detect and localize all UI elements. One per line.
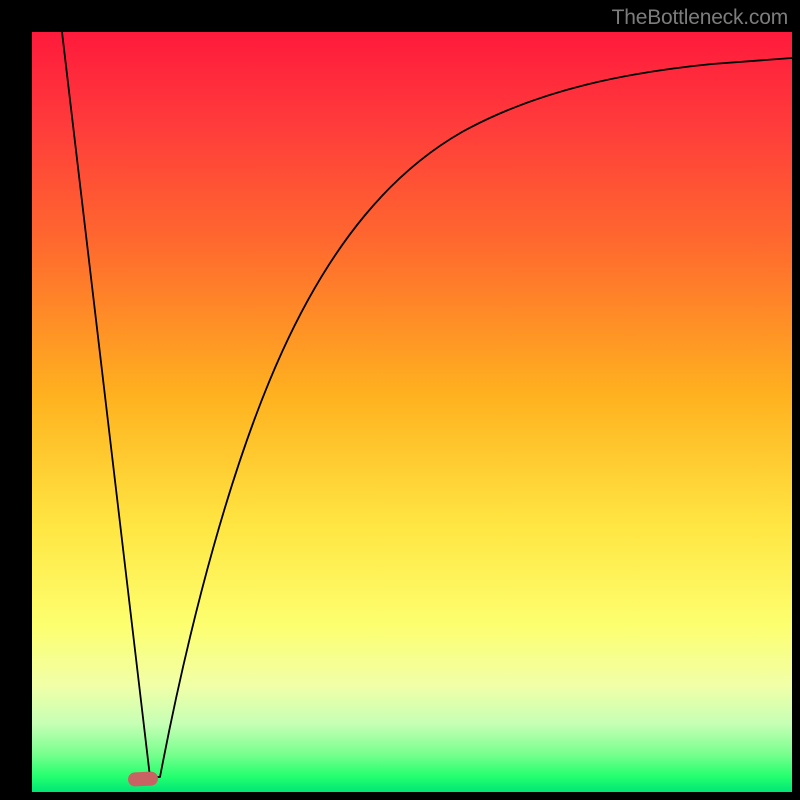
- curve-svg: [32, 32, 792, 792]
- plot-area: [32, 32, 792, 792]
- bottleneck-curve-right: [150, 58, 792, 777]
- attribution-text: TheBottleneck.com: [612, 6, 788, 30]
- bottleneck-curve-left: [62, 32, 150, 777]
- optimum-marker: [128, 771, 159, 787]
- chart-container: TheBottleneck.com: [0, 0, 800, 800]
